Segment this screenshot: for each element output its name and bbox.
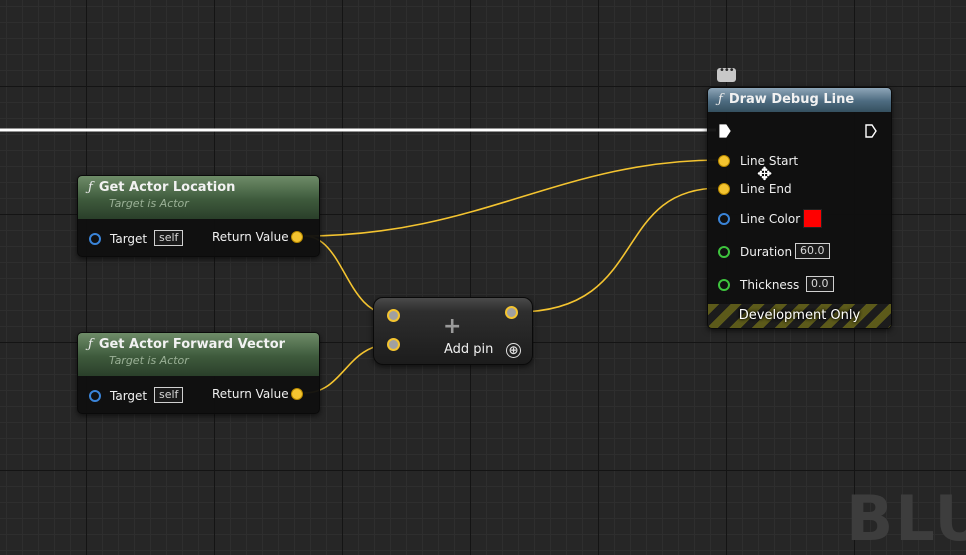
line-end-pin[interactable]	[718, 183, 730, 195]
node-subtitle: Target is Actor	[109, 354, 189, 367]
target-self-field[interactable]: self	[154, 387, 184, 403]
node-title: ƒ Draw Debug Line	[718, 91, 883, 109]
function-icon: ƒ	[88, 337, 93, 352]
return-value-pin[interactable]	[291, 231, 303, 243]
comment-bubble-icon[interactable]	[717, 65, 736, 82]
target-pin[interactable]	[89, 233, 101, 245]
node-title: ƒ Get Actor Location	[88, 179, 311, 197]
thickness-label: Thickness	[740, 278, 800, 292]
line-color-swatch[interactable]	[803, 209, 822, 228]
development-only-banner: Development Only	[708, 304, 891, 328]
title-text: Get Actor Location	[98, 180, 236, 195]
add-pin-button[interactable]: Add pin	[444, 342, 493, 357]
target-label: Target	[110, 389, 148, 403]
add-input-b-pin[interactable]	[387, 338, 400, 351]
node-title: ƒ Get Actor Forward Vector	[88, 336, 311, 354]
title-text: Draw Debug Line	[728, 92, 855, 107]
node-header: ƒ Draw Debug Line	[708, 88, 891, 112]
wire-add-to-line-end	[516, 187, 721, 313]
function-icon: ƒ	[718, 92, 723, 107]
return-value-label: Return Value	[212, 387, 289, 401]
add-vector-node[interactable]: + Add pin ⊕	[373, 297, 533, 365]
target-label: Target	[110, 232, 148, 246]
title-text: Get Actor Forward Vector	[98, 337, 286, 352]
add-output-pin[interactable]	[505, 306, 518, 319]
duration-pin[interactable]	[718, 246, 730, 258]
thickness-pin[interactable]	[718, 279, 730, 291]
node-subtitle: Target is Actor	[109, 197, 189, 210]
line-color-pin[interactable]	[718, 213, 730, 225]
move-cursor-icon: ✥	[757, 164, 773, 185]
draw-debug-line-node[interactable]: ƒ Draw Debug Line Line Start Line End Lin…	[707, 87, 892, 329]
add-pin-plus-icon[interactable]: ⊕	[506, 343, 521, 358]
thickness-field[interactable]: 0.0	[806, 276, 834, 292]
target-self-field[interactable]: self	[154, 230, 184, 246]
add-input-a-pin[interactable]	[387, 309, 400, 322]
target-pin[interactable]	[89, 390, 101, 402]
node-header: ƒ Get Actor Location Target is Actor	[78, 176, 319, 219]
plus-icon: +	[443, 314, 462, 339]
wire-location-to-line-start	[303, 159, 721, 237]
return-value-pin[interactable]	[291, 388, 303, 400]
duration-field[interactable]: 60.0	[795, 243, 830, 259]
return-value-label: Return Value	[212, 230, 289, 244]
exec-out-pin[interactable]	[865, 124, 877, 138]
exec-in-pin[interactable]	[719, 124, 731, 138]
get-actor-location-node[interactable]: ƒ Get Actor Location Target is Actor Targ…	[77, 175, 320, 257]
line-color-label: Line Color	[740, 212, 801, 226]
blueprint-watermark: BLU	[846, 482, 966, 555]
function-icon: ƒ	[88, 180, 93, 195]
get-actor-forward-vector-node[interactable]: ƒ Get Actor Forward Vector Target is Acto…	[77, 332, 320, 414]
duration-label: Duration	[740, 245, 793, 259]
development-only-label: Development Only	[738, 308, 861, 323]
node-header: ƒ Get Actor Forward Vector Target is Acto…	[78, 333, 319, 376]
line-start-pin[interactable]	[718, 155, 730, 167]
